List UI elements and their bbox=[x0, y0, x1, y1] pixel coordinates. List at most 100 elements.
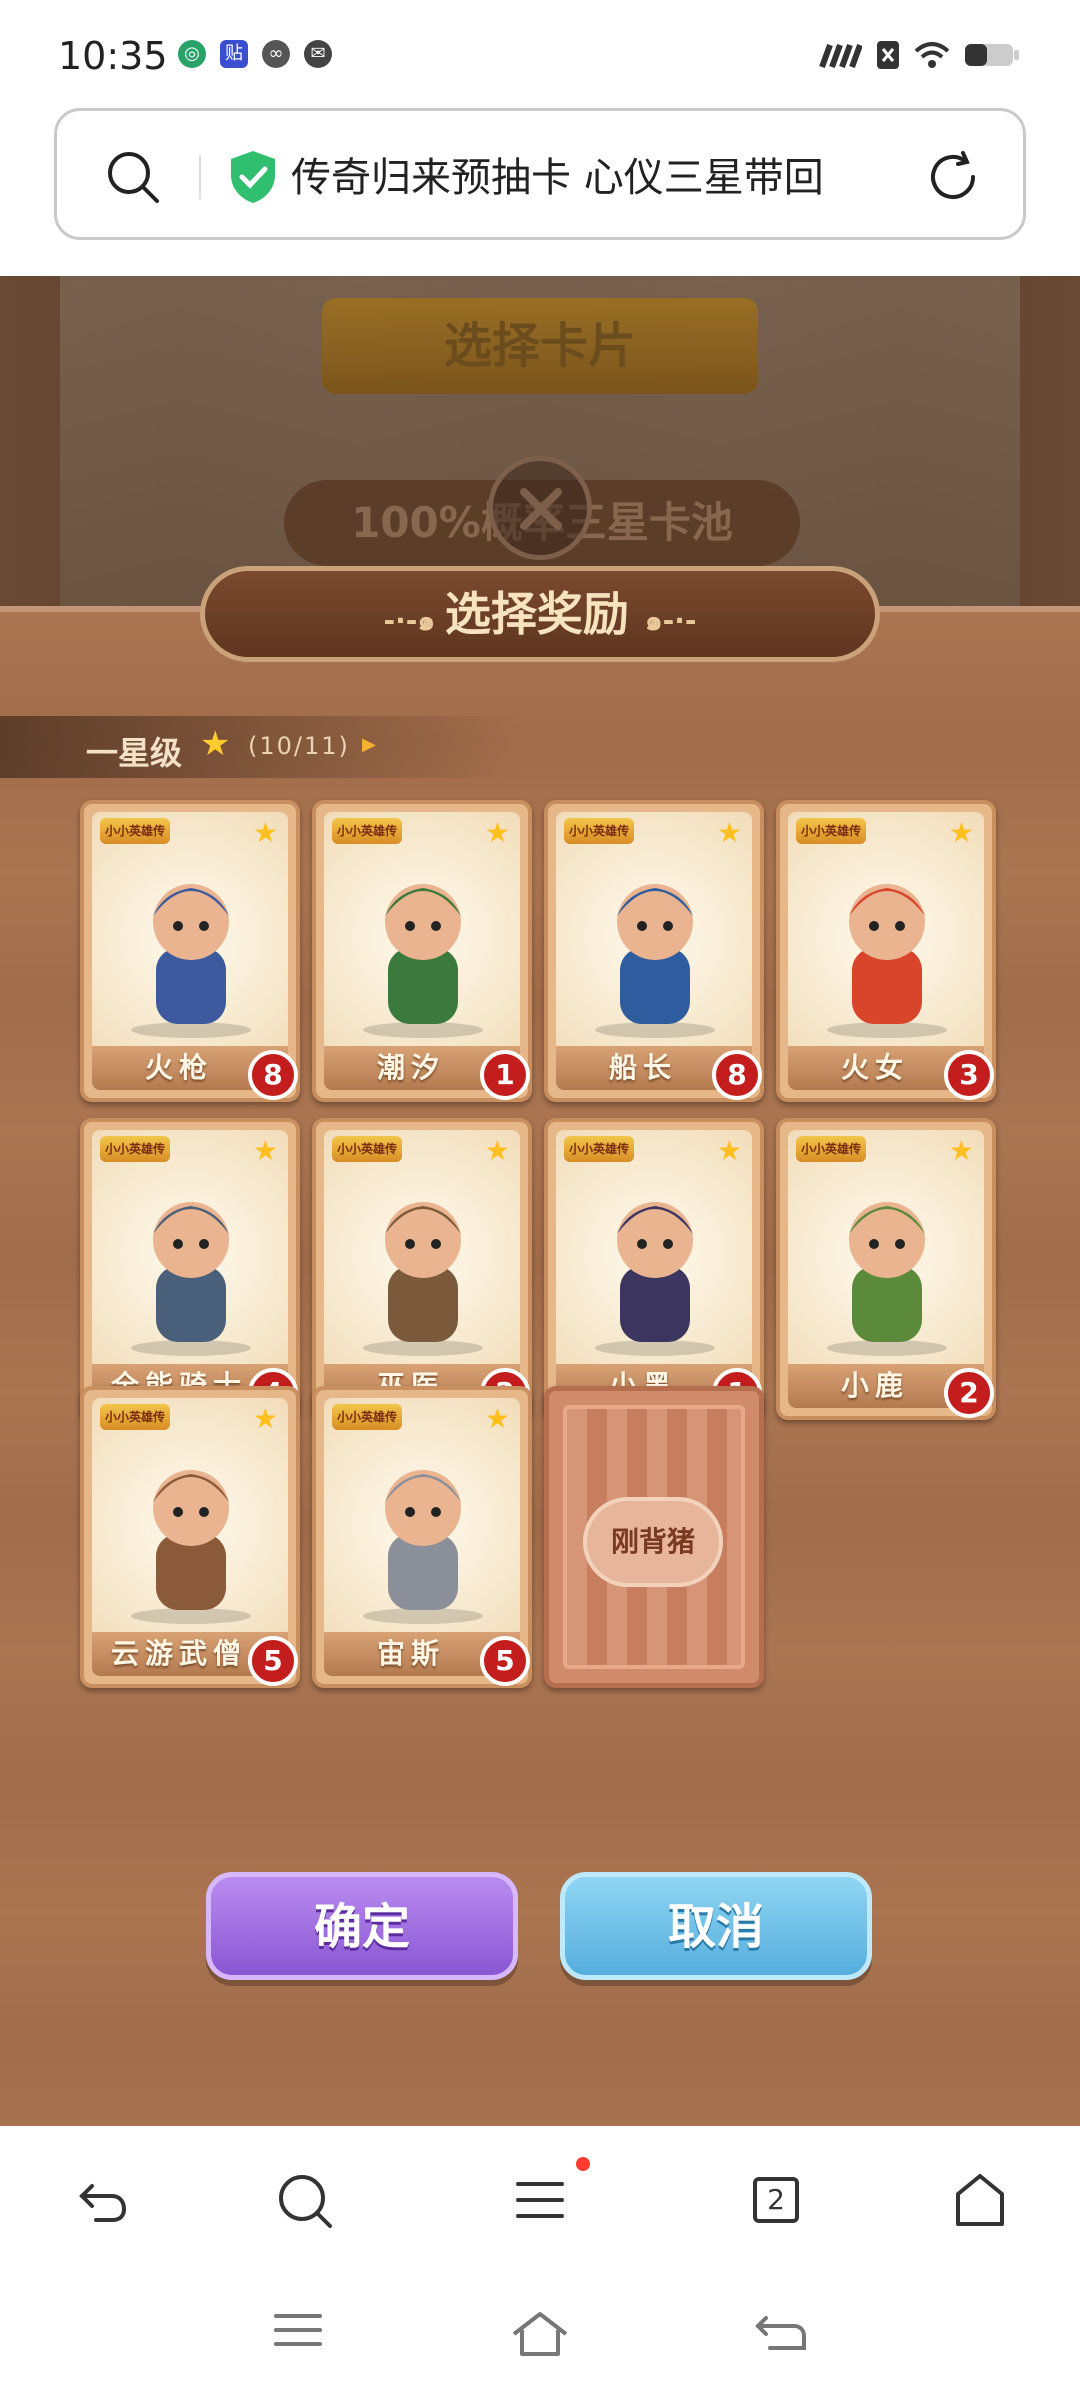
status-icons-left: ◎ 贴 ∞ ✉ bbox=[178, 40, 332, 68]
card-face: 小小英雄传★巫医 bbox=[324, 1130, 520, 1408]
triangle-right-icon: ▶ bbox=[362, 734, 376, 755]
search-icon[interactable] bbox=[272, 2168, 336, 2232]
game-logo: 小小英雄传 bbox=[796, 818, 866, 844]
link-icon: ∞ bbox=[262, 40, 290, 68]
hero-portrait-icon bbox=[131, 1202, 251, 1356]
wifi-icon bbox=[914, 42, 950, 68]
right-swirl-icon: ๑-·- bbox=[644, 604, 697, 637]
cancel-button[interactable]: 取消 bbox=[560, 1872, 872, 1980]
address-divider bbox=[199, 155, 201, 199]
hero-card[interactable]: 小小英雄传★小黑1 bbox=[544, 1118, 764, 1420]
hero-card[interactable]: 小小英雄传 ★ 宙斯 5 bbox=[312, 1386, 532, 1688]
card-back[interactable]: 刚背猪 bbox=[544, 1386, 764, 1688]
game-logo: 小小英雄传 bbox=[796, 1136, 866, 1162]
status-bar: 10:35 ◎ 贴 ∞ ✉ bbox=[0, 0, 1080, 100]
hero-card[interactable]: 小小英雄传 ★ 潮汐 1 bbox=[312, 800, 532, 1102]
hero-count-badge: 3 bbox=[944, 1050, 994, 1100]
hero-name: 小鹿 bbox=[840, 1369, 909, 1402]
card-face: 小小英雄传★全能骑士 bbox=[92, 1130, 288, 1408]
hero-name: 潮汐 bbox=[376, 1051, 445, 1084]
battery-icon bbox=[965, 44, 1019, 66]
game-logo: 小小英雄传 bbox=[564, 818, 634, 844]
back-icon[interactable] bbox=[70, 2168, 134, 2232]
card-back-label: 刚背猪 bbox=[583, 1497, 723, 1587]
star-icon: ★ bbox=[252, 1402, 278, 1435]
tier-header[interactable]: 一星级 ★ (10/11) ▶ bbox=[0, 716, 520, 778]
hero-portrait-icon bbox=[363, 1470, 483, 1624]
hero-card[interactable]: 小小英雄传 ★ 船长 8 bbox=[544, 800, 764, 1102]
star-icon: ★ bbox=[716, 1134, 742, 1167]
star-icon: ★ bbox=[200, 724, 231, 764]
panel-title: 选择奖励 bbox=[444, 587, 629, 641]
game-logo: 小小英雄传 bbox=[332, 1136, 402, 1162]
hero-name: 船长 bbox=[608, 1051, 677, 1084]
game-logo: 小小英雄传 bbox=[100, 1136, 170, 1162]
game-logo: 小小英雄传 bbox=[100, 1404, 170, 1430]
card-face: 小小英雄传 ★ 小鹿 bbox=[788, 1130, 984, 1408]
card-face: 小小英雄传 ★ 船长 bbox=[556, 812, 752, 1090]
tab-count: 2 bbox=[753, 2177, 799, 2223]
star-icon: ★ bbox=[484, 1134, 510, 1167]
system-nav-bar bbox=[0, 2270, 1080, 2400]
hero-count-badge: 2 bbox=[944, 1368, 994, 1418]
hero-card[interactable]: 小小英雄传 ★ 火枪 8 bbox=[80, 800, 300, 1102]
hero-name: 云游武僧 bbox=[110, 1637, 247, 1670]
reload-icon[interactable] bbox=[923, 147, 983, 207]
hero-portrait-icon bbox=[131, 884, 251, 1038]
game-logo: 小小英雄传 bbox=[332, 818, 402, 844]
notification-dot bbox=[576, 2157, 590, 2171]
home-nav-icon[interactable] bbox=[508, 2308, 572, 2360]
game-viewport: 选择卡片 100%概率三星卡池 -·-๑ 选择奖励 ๑-·- 一星级 ★ (10… bbox=[0, 276, 1080, 2126]
hero-count-badge: 1 bbox=[480, 1050, 530, 1100]
game-logo: 小小英雄传 bbox=[100, 818, 170, 844]
star-icon: ★ bbox=[716, 816, 742, 849]
sim-icon bbox=[877, 41, 899, 69]
hero-name: 宙斯 bbox=[376, 1637, 445, 1670]
card-face: 小小英雄传 ★ 宙斯 bbox=[324, 1398, 520, 1676]
hero-portrait-icon bbox=[595, 1202, 715, 1356]
star-icon: ★ bbox=[948, 816, 974, 849]
address-title[interactable]: 传奇归来预抽卡 心仪三星带回 bbox=[291, 143, 921, 213]
hero-card[interactable]: 小小英雄传 ★ 小鹿 2 bbox=[776, 1118, 996, 1420]
hero-portrait-icon bbox=[595, 884, 715, 1038]
card-face: 小小英雄传 ★ 火女 bbox=[788, 812, 984, 1090]
home-icon[interactable] bbox=[948, 2168, 1012, 2232]
confirm-button[interactable]: 确定 bbox=[206, 1872, 518, 1980]
card-face: 小小英雄传★小黑 bbox=[556, 1130, 752, 1408]
panel-title-banner: -·-๑ 选择奖励 ๑-·- bbox=[200, 566, 880, 662]
recents-icon[interactable] bbox=[272, 2308, 324, 2352]
status-time: 10:35 bbox=[58, 34, 168, 78]
star-icon: ★ bbox=[484, 816, 510, 849]
status-icons-right bbox=[818, 40, 1020, 70]
star-icon: ★ bbox=[948, 1134, 974, 1167]
game-logo: 小小英雄传 bbox=[564, 1136, 634, 1162]
back-nav-icon[interactable] bbox=[752, 2308, 808, 2356]
star-icon: ★ bbox=[484, 1402, 510, 1435]
hero-name: 火女 bbox=[840, 1051, 909, 1084]
search-icon[interactable] bbox=[105, 149, 161, 205]
close-icon[interactable] bbox=[488, 456, 592, 560]
tabs-icon[interactable]: 2 bbox=[744, 2168, 808, 2232]
tier-count: (10/11) bbox=[248, 732, 350, 760]
background-title: 选择卡片 bbox=[322, 298, 758, 394]
hero-card[interactable]: 小小英雄传★全能骑士4 bbox=[80, 1118, 300, 1420]
signal-icon bbox=[819, 43, 862, 69]
hero-portrait-icon bbox=[363, 1202, 483, 1356]
star-icon: ★ bbox=[252, 816, 278, 849]
tier-label: 一星级 bbox=[86, 734, 183, 772]
hero-count-badge: 8 bbox=[712, 1050, 762, 1100]
hero-count-badge: 5 bbox=[248, 1636, 298, 1686]
address-bar[interactable]: 传奇归来预抽卡 心仪三星带回 bbox=[54, 108, 1026, 240]
left-swirl-icon: -·-๑ bbox=[383, 604, 445, 637]
wechat-icon: ✉ bbox=[304, 40, 332, 68]
hero-card[interactable]: 小小英雄传 ★ 火女 3 bbox=[776, 800, 996, 1102]
menu-icon[interactable] bbox=[508, 2168, 572, 2232]
hero-count-badge: 8 bbox=[248, 1050, 298, 1100]
hero-card[interactable]: 小小英雄传 ★ 云游武僧 5 bbox=[80, 1386, 300, 1688]
browser-toolbar: 2 bbox=[0, 2126, 1080, 2270]
hero-portrait-icon bbox=[131, 1470, 251, 1624]
game-logo: 小小英雄传 bbox=[332, 1404, 402, 1430]
star-icon: ★ bbox=[252, 1134, 278, 1167]
hero-name: 火枪 bbox=[144, 1051, 213, 1084]
hero-card[interactable]: 小小英雄传★巫医2 bbox=[312, 1118, 532, 1420]
